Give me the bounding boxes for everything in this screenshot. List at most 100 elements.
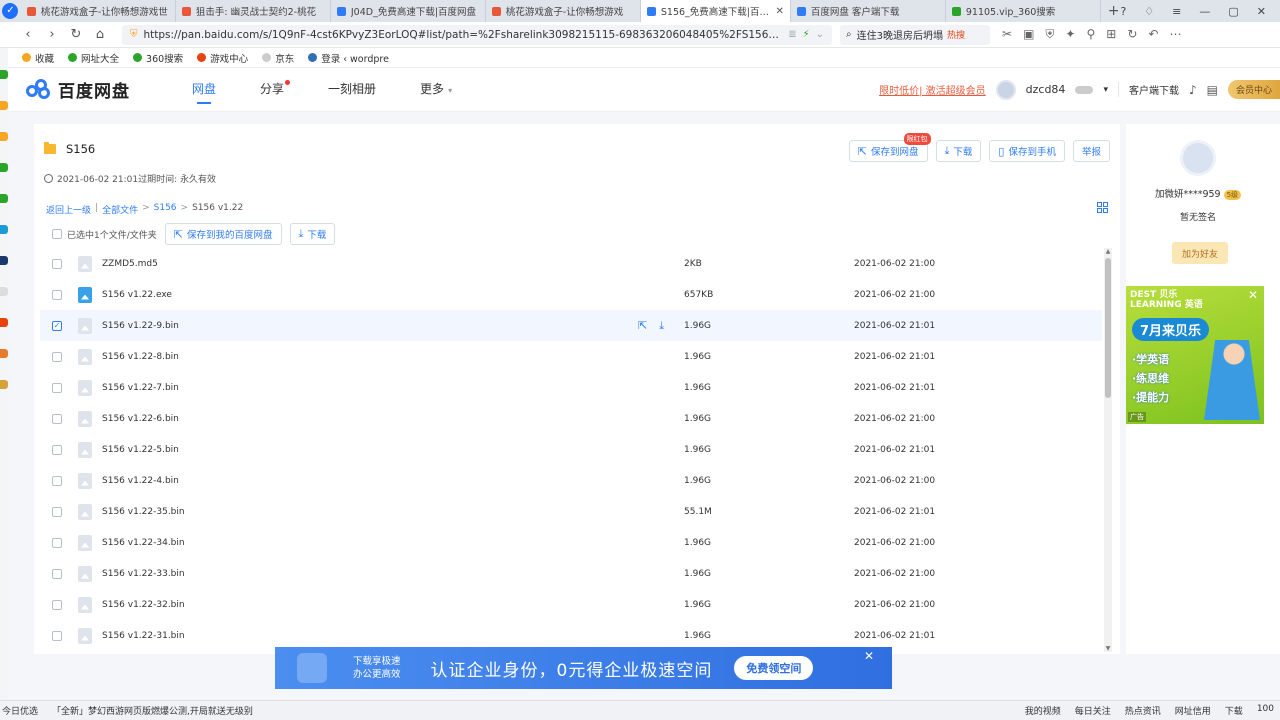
- share-action-button[interactable]: ⇱ 保存到网盘 限红包: [848, 133, 931, 162]
- sidebar-app-icon[interactable]: [0, 380, 8, 389]
- new-tab-button[interactable]: +: [1107, 0, 1121, 22]
- url-field[interactable]: ⛨ https://pan.baidu.com/s/1Q9nF-4cst6KPv…: [122, 24, 832, 45]
- file-row[interactable]: S156 v1.22-32.bin 1.96G 2021-06-02 21:00: [40, 589, 1102, 620]
- file-checkbox[interactable]: [52, 506, 62, 517]
- sidebar-app-icon[interactable]: [0, 287, 8, 296]
- nav-tab[interactable]: 分享: [238, 68, 306, 112]
- nav-tab[interactable]: 一刻相册: [306, 68, 398, 112]
- file-checkbox[interactable]: [52, 382, 62, 393]
- file-name[interactable]: S156 v1.22-8.bin: [102, 352, 582, 362]
- pan-logo[interactable]: 百度网盘: [26, 77, 130, 102]
- maximize-icon[interactable]: ▢: [1228, 5, 1238, 18]
- file-row[interactable]: S156 v1.22-34.bin 1.96G 2021-06-02 21:00: [40, 527, 1102, 558]
- save-icon[interactable]: ⇱: [638, 319, 647, 333]
- close-icon[interactable]: ✕: [864, 649, 874, 663]
- sharer-name[interactable]: 加微妍****959: [1155, 189, 1221, 200]
- reload-icon[interactable]: ↻: [64, 27, 88, 42]
- save-to-my-pan-button[interactable]: ⇱ 保存到我的百度网盘: [164, 223, 282, 245]
- breadcrumb-folder[interactable]: S156: [154, 203, 177, 216]
- file-checkbox[interactable]: [52, 568, 62, 579]
- add-friend-button[interactable]: 加为好友: [1172, 242, 1228, 264]
- file-row[interactable]: ZZMD5.md5 2KB 2021-06-02 21:00: [40, 248, 1102, 279]
- file-row[interactable]: S156 v1.22.exe 657KB 2021-06-02 21:00: [40, 279, 1102, 310]
- client-download-link[interactable]: 客户端下载: [1117, 82, 1179, 97]
- sidebar-app-icon[interactable]: [0, 70, 8, 79]
- select-all-checkbox[interactable]: [52, 229, 62, 239]
- scroll-down-icon[interactable]: ▼: [1104, 645, 1112, 652]
- close-icon[interactable]: ✕: [1248, 288, 1258, 302]
- browser-logo[interactable]: ✓: [0, 0, 21, 22]
- today-picks[interactable]: 今日优选: [0, 704, 50, 717]
- side-ad[interactable]: DEST 贝乐 LEARNING 英语 ✕ 7月来贝乐 ·学英语 ·练思维 ·提能力…: [1126, 286, 1264, 424]
- bookmark-item[interactable]: 游戏中心: [197, 51, 248, 65]
- close-window-icon[interactable]: ✕: [1257, 5, 1266, 18]
- bookmark-item[interactable]: 登录 ‹ wordpre: [308, 51, 389, 65]
- file-checkbox[interactable]: [52, 289, 62, 300]
- share-action-button[interactable]: 举报: [1072, 140, 1110, 162]
- bookmark-item[interactable]: 360搜索: [133, 51, 183, 65]
- sharer-avatar[interactable]: [1180, 140, 1216, 176]
- game-icon[interactable]: ✦: [1065, 27, 1075, 42]
- file-row[interactable]: S156 v1.22-8.bin 1.96G 2021-06-02 21:01: [40, 341, 1102, 372]
- more-icon[interactable]: ⋯: [1169, 27, 1181, 42]
- status-item[interactable]: 100: [1257, 704, 1274, 717]
- sidebar-app-icon[interactable]: [0, 349, 8, 358]
- shirt-icon[interactable]: ♢: [1144, 5, 1154, 18]
- file-name[interactable]: S156 v1.22-6.bin: [102, 414, 582, 424]
- file-checkbox[interactable]: [52, 413, 62, 424]
- file-name[interactable]: ZZMD5.md5: [102, 259, 582, 269]
- bottom-banner-ad[interactable]: 下载享极速 办公更高效 认证企业身份，0元得企业极速空间 免费领空间 ✕: [275, 647, 892, 689]
- browser-tab[interactable]: 91105.vip_360搜索: [946, 0, 1101, 22]
- file-row[interactable]: S156 v1.22-7.bin 1.96G 2021-06-02 21:01: [40, 372, 1102, 403]
- sidebar-app-icon[interactable]: [0, 256, 8, 265]
- file-checkbox[interactable]: [52, 537, 62, 548]
- member-center-button[interactable]: 会员中心: [1227, 80, 1280, 99]
- chevron-down-icon[interactable]: ▾: [1103, 85, 1108, 95]
- forward-icon[interactable]: ›: [40, 27, 64, 42]
- sidebar-app-icon[interactable]: [0, 163, 8, 172]
- status-item[interactable]: 热点资讯: [1125, 704, 1161, 717]
- file-checkbox[interactable]: [52, 630, 62, 641]
- scroll-up-icon[interactable]: ▲: [1104, 248, 1112, 255]
- sidebar-app-icon[interactable]: [0, 318, 8, 327]
- close-tab-icon[interactable]: ✕: [775, 6, 783, 17]
- news-ticker[interactable]: 「全新」梦幻西游网页版燃爆公测,开局就送无级别: [52, 704, 253, 717]
- sidebar-app-icon[interactable]: [0, 132, 8, 141]
- username[interactable]: dzcd84: [1026, 83, 1066, 96]
- bell-icon[interactable]: ♪: [1189, 83, 1197, 97]
- speed-icon[interactable]: ⚡: [803, 29, 810, 40]
- browser-tab[interactable]: J04D_免费高速下载|百度网盘: [331, 0, 486, 22]
- grid-view-icon[interactable]: [1097, 202, 1108, 213]
- file-checkbox[interactable]: [52, 475, 62, 486]
- status-item[interactable]: 每日关注: [1075, 704, 1111, 717]
- vip-promo-link[interactable]: 限时低价| 激活超级会员: [879, 82, 986, 97]
- nav-tab[interactable]: 网盘: [170, 68, 238, 112]
- scissors-icon[interactable]: ✂: [1002, 27, 1012, 42]
- refresh-icon[interactable]: ↻: [1127, 27, 1137, 42]
- file-checkbox[interactable]: [52, 351, 62, 362]
- file-row[interactable]: S156 v1.22-6.bin 1.96G 2021-06-02 21:00: [40, 403, 1102, 434]
- share-action-button[interactable]: ▯ 保存到手机: [989, 140, 1065, 162]
- bookmark-item[interactable]: 京东: [262, 51, 294, 65]
- file-name[interactable]: S156 v1.22-9.bin: [102, 321, 582, 331]
- file-row[interactable]: S156 v1.22-33.bin 1.96G 2021-06-02 21:00: [40, 558, 1102, 589]
- chevron-down-icon[interactable]: ⌄: [816, 29, 824, 40]
- file-checkbox[interactable]: [52, 258, 62, 269]
- file-row[interactable]: S156 v1.22-4.bin 1.96G 2021-06-02 21:00: [40, 465, 1102, 496]
- home-icon[interactable]: ⌂: [88, 27, 112, 42]
- breadcrumb-all-files[interactable]: 全部文件: [102, 203, 138, 216]
- file-checkbox[interactable]: [52, 599, 62, 610]
- file-name[interactable]: S156 v1.22.exe: [102, 290, 582, 300]
- file-name[interactable]: S156 v1.22-33.bin: [102, 569, 582, 579]
- download-selected-button[interactable]: ⤓ 下载: [289, 223, 336, 245]
- grid-icon[interactable]: ⊞: [1106, 27, 1116, 42]
- back-icon[interactable]: ‹: [16, 27, 40, 42]
- sidebar-app-icon[interactable]: [0, 194, 8, 203]
- download-icon[interactable]: ⤓: [659, 319, 664, 333]
- browser-tab[interactable]: 狙击手: 幽灵战士契约2-桃花: [176, 0, 331, 22]
- clipboard-icon[interactable]: ▤: [1207, 83, 1218, 97]
- bookmark-item[interactable]: 收藏: [22, 51, 54, 65]
- file-row[interactable]: S156 v1.22-35.bin 55.1M 2021-06-02 21:01: [40, 496, 1102, 527]
- status-item[interactable]: 下载: [1225, 704, 1243, 717]
- undo-icon[interactable]: ↶: [1148, 27, 1158, 42]
